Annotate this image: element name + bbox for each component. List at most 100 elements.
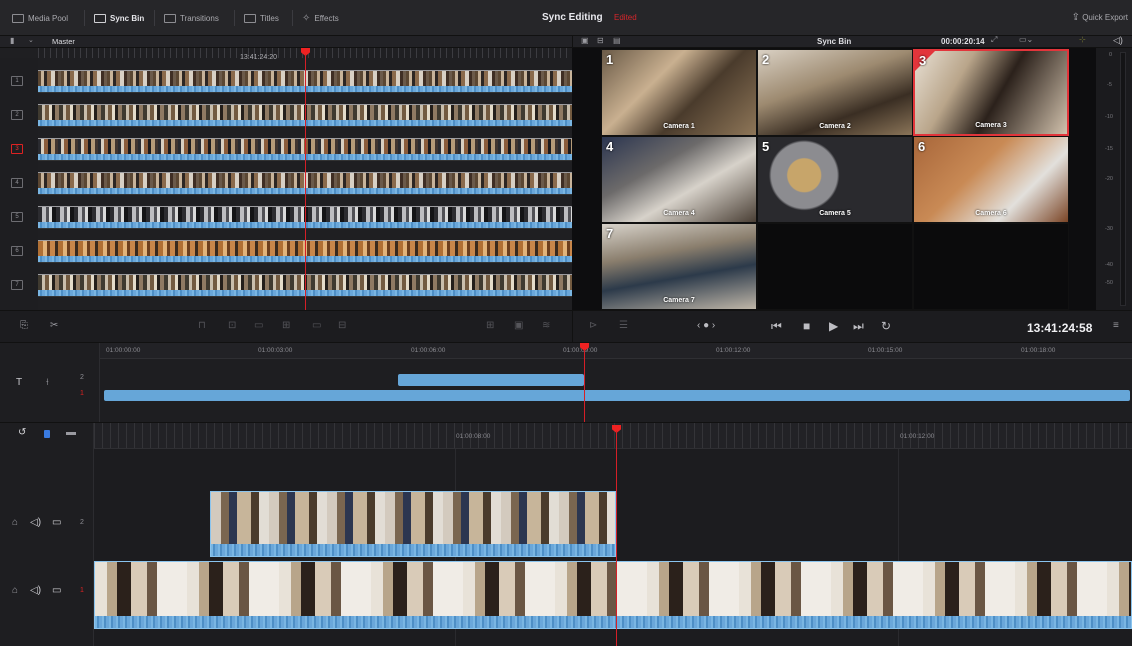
sync-clips-icon[interactable]: ⎘: [20, 320, 28, 331]
viewer-layout-icon[interactable]: ▣: [581, 36, 589, 45]
clip-thumbnails: [95, 562, 1131, 616]
audio-icon-track-1[interactable]: ◁): [30, 585, 41, 596]
upper-ruler-tick: 01:00:09:00: [563, 347, 598, 354]
source-track-headers: 1 2 3 4 5 6 7: [0, 58, 38, 310]
divider: [154, 10, 155, 26]
sync-bin-label: Sync Bin: [110, 13, 145, 23]
stop-icon[interactable]: ■: [803, 319, 810, 333]
titles-label: Titles: [260, 13, 279, 23]
view-mode-icon[interactable]: ⊞: [486, 320, 494, 331]
quick-export-label: Quick Export: [1082, 13, 1128, 22]
safe-area-icon[interactable]: ⊹: [1079, 35, 1086, 44]
match-frame-icon[interactable]: ⊳: [589, 320, 597, 331]
camera-4-view[interactable]: 4 Camera 4: [601, 136, 757, 223]
source-playhead[interactable]: [305, 54, 306, 310]
meter-0: 0: [1109, 52, 1113, 58]
meter-5: -5: [1107, 82, 1112, 88]
upper-timeline[interactable]: T ⟊ 2 1 01:00:00:00 01:00:03:00 01:00:06…: [0, 342, 1132, 423]
flag-icon[interactable]: ▬: [66, 427, 76, 438]
track-7-label[interactable]: 7: [11, 280, 23, 290]
source-tape-viewer[interactable]: 13:41:24:20 1 2 3 4 5 6 7: [0, 48, 572, 310]
timeline-clip-track-2[interactable]: [210, 491, 616, 557]
split-view-icon[interactable]: ⊟: [597, 36, 604, 45]
marker-icon[interactable]: [44, 430, 50, 438]
effects-button[interactable]: ✧ Effects: [302, 10, 339, 26]
lower-playhead[interactable]: [616, 431, 617, 646]
upper-clip-track-1[interactable]: [104, 390, 1130, 401]
camera-4-number: 4: [606, 139, 614, 154]
sync-bin-icon: [94, 13, 106, 23]
speaker-icon[interactable]: ◁): [1113, 35, 1123, 46]
loop-icon[interactable]: ↻: [881, 319, 891, 333]
timeline-clip-track-1[interactable]: [94, 561, 1132, 629]
angle-view-icon[interactable]: ▣: [514, 320, 523, 331]
upper-playhead[interactable]: [584, 349, 585, 423]
sync-bin-header: ▣ ⊟ ▤ Sync Bin 00:00:20:14 ⤢ ▭⌄ ⊹ ◁): [572, 35, 1132, 48]
scissors-icon[interactable]: ✂: [50, 320, 58, 331]
sync-bin-button[interactable]: Sync Bin: [94, 10, 144, 26]
camera-5-number: 5: [762, 139, 770, 154]
camera-4-label: Camera 4: [663, 210, 695, 217]
track-3-label[interactable]: 3: [11, 144, 23, 154]
empty-angle-9[interactable]: [913, 223, 1069, 310]
camera-1-number: 1: [606, 52, 614, 67]
camera-3-label: Camera 3: [975, 122, 1007, 129]
track-2-label[interactable]: 2: [11, 110, 23, 120]
insert-icon[interactable]: ⊓: [198, 320, 206, 331]
lower-ruler-tick: 01:00:12:00: [900, 433, 935, 440]
camera-7-view[interactable]: 7 Camera 7: [601, 223, 757, 310]
split-tool-icon[interactable]: ⟊: [46, 377, 49, 388]
upper-clip-track-2[interactable]: [398, 374, 584, 386]
source-header: ▮ ⌄ Master: [0, 36, 572, 48]
ripple-icon[interactable]: ⊟: [338, 320, 346, 331]
list-icon[interactable]: ☰: [619, 320, 628, 331]
sync-bin-title: Sync Bin: [817, 37, 852, 46]
display-options-icon[interactable]: ▭⌄: [1019, 35, 1033, 44]
lock-icon-track-2[interactable]: ⌂: [12, 517, 18, 528]
bin-name[interactable]: Master: [52, 37, 75, 46]
jog-control[interactable]: ‹ ● ›: [697, 320, 715, 331]
replace-icon[interactable]: ▭: [254, 320, 263, 331]
skip-forward-icon[interactable]: ⏭: [853, 319, 864, 334]
camera-6-view[interactable]: 6 Camera 6: [913, 136, 1069, 223]
track-1-label[interactable]: 1: [11, 76, 23, 86]
zoom-fit-icon[interactable]: ⤢: [991, 35, 997, 45]
append-icon[interactable]: ▭: [312, 320, 321, 331]
meter-40: -40: [1105, 262, 1113, 268]
camera-7-number: 7: [606, 226, 614, 241]
upper-track-1-label: 1: [80, 390, 84, 397]
menu-icon[interactable]: ≡: [1113, 320, 1119, 331]
video-icon-track-2[interactable]: ▭: [52, 517, 61, 528]
upper-ruler-tick: 01:00:06:00: [411, 347, 446, 354]
overwrite-icon[interactable]: ⊡: [228, 320, 236, 331]
track-5-label[interactable]: 5: [11, 212, 23, 222]
camera-2-view[interactable]: 2 Camera 2: [757, 49, 913, 136]
audio-icon-track-2[interactable]: ◁): [30, 517, 41, 528]
lower-timeline[interactable]: ↺ ▬ ⌂ ◁) ▭ 2 ⌂ ◁) ▭ 1 01:00:08:00 01:00:…: [0, 422, 1132, 646]
track-4-label[interactable]: 4: [11, 178, 23, 188]
titles-button[interactable]: Titles: [244, 10, 279, 26]
play-icon[interactable]: ▶: [829, 319, 838, 333]
audio-waveform: [95, 616, 1131, 628]
camera-3-view[interactable]: 3 Camera 3: [913, 49, 1069, 136]
waveform-icon[interactable]: ≋: [542, 320, 550, 331]
skip-back-icon[interactable]: ⏮: [771, 319, 782, 334]
panel-toggle-icon[interactable]: ▮: [10, 36, 14, 45]
camera-1-view[interactable]: 1 Camera 1: [601, 49, 757, 136]
grid-view-icon[interactable]: ▤: [613, 36, 621, 45]
upper-ruler-tick: 01:00:03:00: [258, 347, 293, 354]
empty-angle-8[interactable]: [757, 223, 913, 310]
track-6-label[interactable]: 6: [11, 246, 23, 256]
snap-icon[interactable]: ↺: [18, 427, 26, 438]
lock-icon-track-1[interactable]: ⌂: [12, 585, 18, 596]
export-icon: ⇪: [1071, 12, 1080, 23]
text-tool-icon[interactable]: T: [16, 377, 22, 388]
chevron-down-icon[interactable]: ⌄: [28, 36, 34, 44]
media-pool-button[interactable]: Media Pool: [12, 10, 68, 26]
quick-export-button[interactable]: ⇪ Quick Export: [1072, 12, 1128, 23]
camera-5-view[interactable]: 5 Camera 5: [757, 136, 913, 223]
transitions-button[interactable]: Transitions: [164, 10, 219, 26]
place-on-top-icon[interactable]: ⊞: [282, 320, 290, 331]
video-icon-track-1[interactable]: ▭: [52, 585, 61, 596]
upper-ruler[interactable]: 01:00:00:00 01:00:03:00 01:00:06:00 01:0…: [100, 343, 1132, 359]
